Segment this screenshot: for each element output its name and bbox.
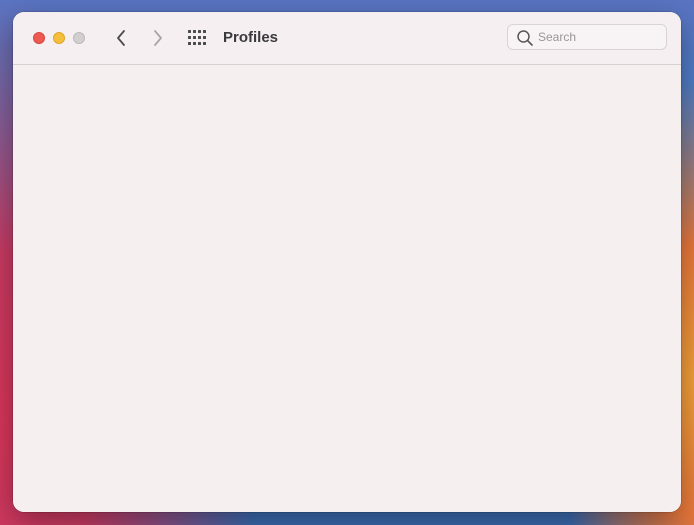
search-field[interactable] [507, 24, 667, 50]
search-icon [517, 30, 533, 46]
window-title: Profiles [223, 29, 279, 46]
chevron-right-icon [154, 30, 162, 46]
zoom-window-button[interactable] [73, 32, 85, 44]
show-all-button[interactable] [188, 30, 206, 46]
forward-button[interactable] [148, 28, 168, 48]
system-preferences-window: Profiles [13, 12, 681, 512]
back-button[interactable] [111, 28, 131, 48]
chevron-left-icon [117, 30, 125, 46]
minimize-window-button[interactable] [53, 32, 65, 44]
profiles-content-area [13, 65, 681, 512]
close-window-button[interactable] [33, 32, 45, 44]
window-toolbar: Profiles [13, 12, 681, 65]
search-input[interactable] [538, 28, 658, 46]
grid-icon [188, 30, 206, 45]
